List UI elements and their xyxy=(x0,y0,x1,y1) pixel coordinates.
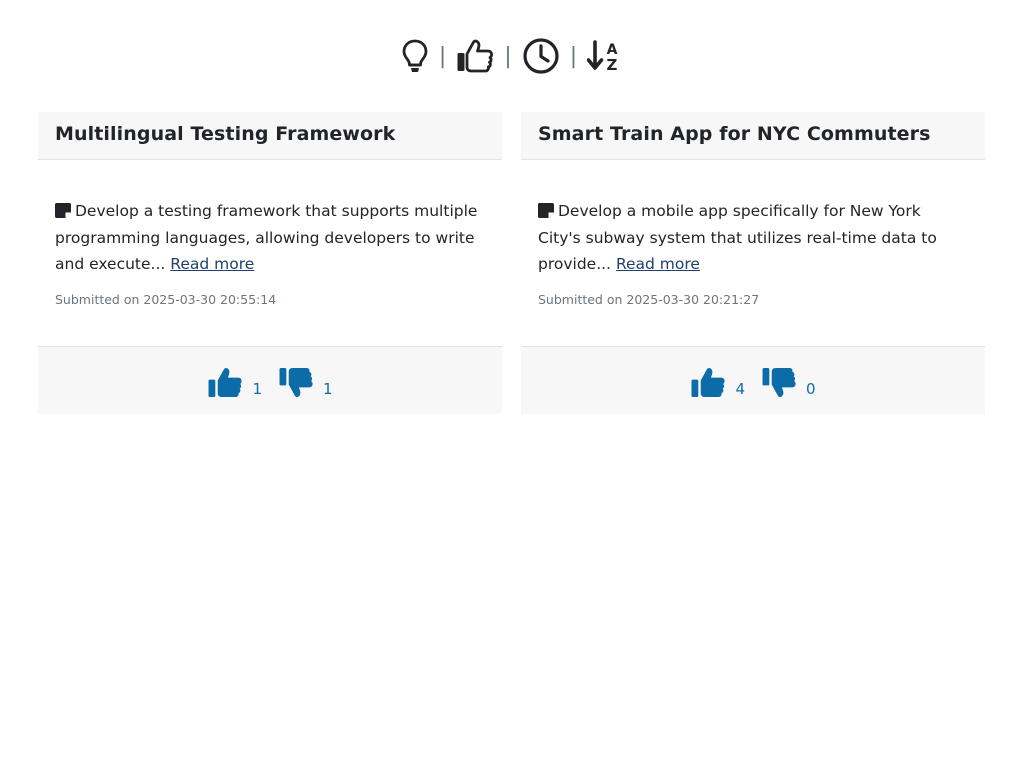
lightbulb-icon xyxy=(402,39,428,72)
sort-by-idea-button[interactable] xyxy=(401,38,429,74)
thumbs-up-icon xyxy=(208,367,243,398)
sort-by-likes-button[interactable] xyxy=(456,39,494,73)
upvote-count: 4 xyxy=(735,380,745,398)
card-header: Smart Train App for NYC Commuters xyxy=(521,112,985,160)
read-more-link[interactable]: Read more xyxy=(170,255,254,273)
submitted-timestamp: Submitted on 2025-03-30 20:55:14 xyxy=(55,291,277,307)
card-footer: 4 0 xyxy=(521,346,985,414)
thumbs-down-icon xyxy=(762,367,796,398)
clock-icon xyxy=(523,38,559,74)
downvote-count: 1 xyxy=(323,380,333,398)
description-text: Develop a mobile app specifically for Ne… xyxy=(538,202,937,273)
sticky-note-icon xyxy=(538,203,554,218)
thumbs-up-icon xyxy=(457,39,494,73)
toolbar-separator: | xyxy=(504,44,512,69)
card-header: Multilingual Testing Framework xyxy=(38,112,502,160)
sort-by-time-button[interactable] xyxy=(522,37,560,75)
thumbs-up-icon xyxy=(691,367,726,398)
sort-toolbar: | | | A Z xyxy=(0,36,1024,76)
submitted-timestamp: Submitted on 2025-03-30 20:21:27 xyxy=(538,291,760,307)
card-footer: 1 1 xyxy=(38,346,502,414)
upvote-button[interactable]: 1 xyxy=(207,366,262,399)
read-more-link[interactable]: Read more xyxy=(616,255,700,273)
card-body: Develop a mobile app specifically for Ne… xyxy=(521,160,985,346)
toolbar-separator: | xyxy=(569,44,578,69)
card-title: Smart Train App for NYC Commuters xyxy=(538,123,931,145)
downvote-button[interactable]: 0 xyxy=(761,366,816,399)
upvote-button[interactable]: 4 xyxy=(690,366,745,399)
downvote-count: 0 xyxy=(806,380,816,398)
svg-text:Z: Z xyxy=(607,56,618,73)
upvote-count: 1 xyxy=(252,380,262,398)
toolbar-separator: | xyxy=(438,44,447,69)
sort-alphabetically-button[interactable]: A Z xyxy=(587,39,623,73)
idea-card: Smart Train App for NYC Commuters Develo… xyxy=(521,112,985,414)
sticky-note-icon xyxy=(55,203,71,218)
sort-alpha-down-icon: A Z xyxy=(587,40,618,73)
thumbs-down-icon xyxy=(279,367,313,398)
card-title: Multilingual Testing Framework xyxy=(55,123,396,145)
card-description: Develop a testing framework that support… xyxy=(55,198,485,278)
idea-card: Multilingual Testing Framework Develop a… xyxy=(38,112,502,414)
downvote-button[interactable]: 1 xyxy=(278,366,333,399)
card-body: Develop a testing framework that support… xyxy=(38,160,502,346)
description-text: Develop a testing framework that support… xyxy=(55,202,478,273)
card-description: Develop a mobile app specifically for Ne… xyxy=(538,198,968,278)
